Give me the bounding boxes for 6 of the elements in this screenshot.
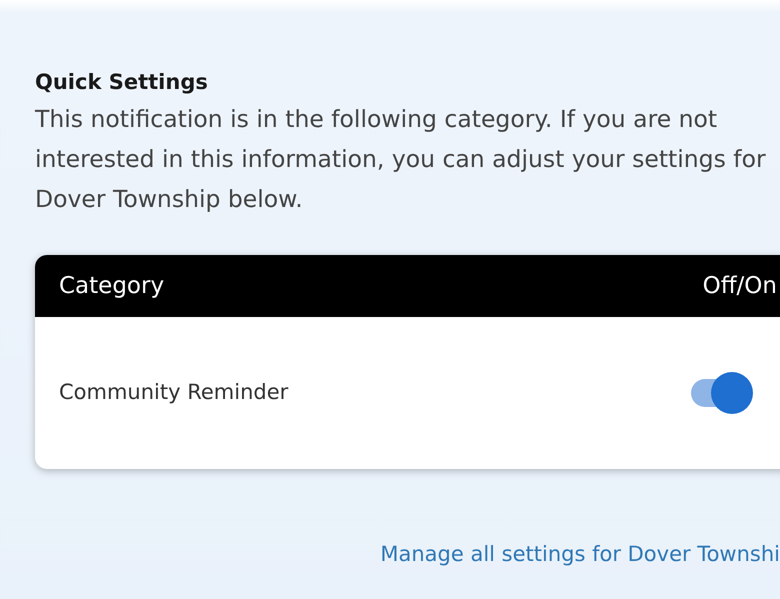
section-title: Quick Settings [35,70,209,96]
category-label: Community Reminder [59,379,288,406]
settings-link[interactable]: Manage all settings for Dover Townshi [380,542,780,566]
column-header: Off/On [702,272,777,301]
column-header: Category [59,272,164,301]
description-text: This notification is in the following category. If you are not interested in this information, you can adjust your settings for Dover Township below. [35,104,767,216]
